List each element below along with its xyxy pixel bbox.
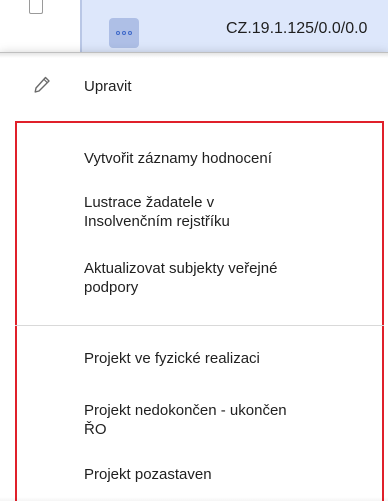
menu-item-project-suspended[interactable]: Projekt pozastaven xyxy=(84,465,374,484)
context-menu: Upravit Vytvořit záznamy hodnocení Lustr… xyxy=(0,52,388,501)
more-dot xyxy=(116,31,120,35)
more-horizontal-icon[interactable] xyxy=(109,18,139,48)
menu-item-create-evaluation-records[interactable]: Vytvořit záznamy hodnocení xyxy=(84,149,374,168)
page: CZ.19.1.125/0.0/0.0 Upravit Vytvořit záz… xyxy=(0,0,388,501)
pencil-icon xyxy=(34,76,50,93)
menu-bottom-edge xyxy=(0,497,388,501)
menu-item-update-public-support-subjects[interactable]: Aktualizovat subjekty veřejné podpory xyxy=(84,259,374,297)
menu-divider xyxy=(15,325,384,326)
menu-item-applicant-insolvency-check[interactable]: Lustrace žadatele v Insolvenčním rejstří… xyxy=(84,193,374,231)
menu-item-edit-label: Upravit xyxy=(84,78,132,95)
menu-item-project-physical-realization[interactable]: Projekt ve fyzické realizaci xyxy=(84,349,374,368)
table-row[interactable]: CZ.19.1.125/0.0/0.0 xyxy=(80,0,388,52)
project-code: CZ.19.1.125/0.0/0.0 xyxy=(226,20,368,37)
row-checkbox-cell xyxy=(0,0,80,52)
more-dot xyxy=(122,31,126,35)
row-checkbox[interactable] xyxy=(29,0,43,14)
more-dot xyxy=(128,31,132,35)
menu-item-edit[interactable]: Upravit xyxy=(0,61,388,111)
highlight-box xyxy=(15,121,384,501)
menu-item-project-unfinished-terminated[interactable]: Projekt nedokončen - ukončen ŘO xyxy=(84,401,374,439)
menu-shadow xyxy=(0,52,388,58)
